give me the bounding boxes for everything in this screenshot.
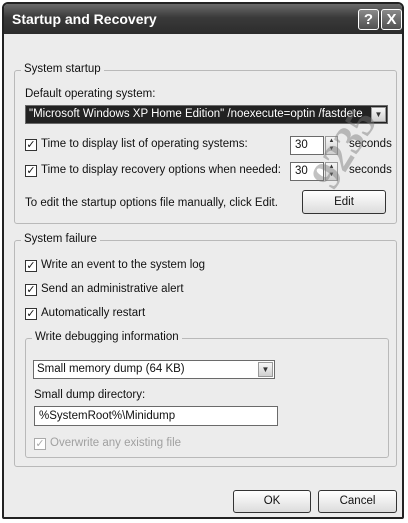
write-event-label[interactable]: Write an event to the system log: [41, 259, 205, 271]
time-recovery-unit: seconds: [349, 164, 392, 176]
time-recovery-checkbox[interactable]: ✓: [25, 165, 37, 177]
help-icon: ?: [363, 11, 374, 28]
startup-recovery-dialog: Startup and Recovery ? X System startup …: [2, 2, 404, 519]
auto-restart-label[interactable]: Automatically restart: [41, 307, 145, 319]
auto-restart-checkbox[interactable]: ✓: [25, 308, 37, 320]
dump-type-select[interactable]: Small memory dump (64 KB) ▼: [33, 360, 275, 379]
default-os-select[interactable]: "Microsoft Windows XP Home Edition" /noe…: [25, 105, 388, 124]
overwrite-checkbox: ✓: [34, 438, 46, 450]
dump-dir-value: %SystemRoot%\Minidump: [39, 410, 176, 422]
default-os-value: "Microsoft Windows XP Home Edition" /noe…: [27, 107, 369, 121]
dialog-title: Startup and Recovery: [12, 11, 157, 27]
dump-dir-input[interactable]: %SystemRoot%\Minidump: [34, 406, 278, 426]
send-alert-label[interactable]: Send an administrative alert: [41, 283, 184, 295]
cancel-button[interactable]: Cancel: [318, 490, 397, 513]
time-list-unit: seconds: [349, 138, 392, 150]
send-alert-checkbox[interactable]: ✓: [25, 284, 37, 296]
dump-type-value: Small memory dump (64 KB): [37, 363, 185, 375]
title-bar[interactable]: Startup and Recovery ? X: [4, 4, 402, 34]
write-event-checkbox[interactable]: ✓: [25, 260, 37, 272]
default-os-label: Default operating system:: [25, 88, 156, 100]
time-recovery-spinner[interactable]: ▲ ▼: [325, 162, 338, 181]
close-button[interactable]: X: [381, 9, 402, 30]
edit-instructions: To edit the startup options file manuall…: [25, 197, 278, 209]
ok-button-label: OK: [263, 495, 281, 507]
help-button[interactable]: ?: [358, 9, 379, 30]
overwrite-label: Overwrite any existing file: [50, 437, 182, 449]
close-icon: X: [386, 11, 397, 28]
time-recovery-label[interactable]: Time to display recovery options when ne…: [41, 164, 281, 176]
time-list-input[interactable]: 30: [290, 136, 324, 155]
time-list-label[interactable]: Time to display list of operating system…: [41, 138, 248, 150]
cancel-button-label: Cancel: [339, 495, 376, 507]
chevron-down-icon[interactable]: ▼: [258, 362, 273, 377]
system-startup-group-label: System startup: [21, 63, 104, 75]
time-list-checkbox[interactable]: ✓: [25, 139, 37, 151]
chevron-down-icon[interactable]: ▼: [371, 107, 386, 122]
edit-button[interactable]: Edit: [302, 190, 386, 214]
edit-button-label: Edit: [334, 196, 354, 208]
time-recovery-input[interactable]: 30: [290, 162, 324, 181]
debug-info-group-label: Write debugging information: [32, 331, 182, 343]
system-failure-group-label: System failure: [21, 233, 100, 245]
ok-button[interactable]: OK: [233, 490, 311, 513]
dump-dir-label: Small dump directory:: [34, 389, 146, 401]
time-list-spinner[interactable]: ▲ ▼: [325, 136, 338, 155]
